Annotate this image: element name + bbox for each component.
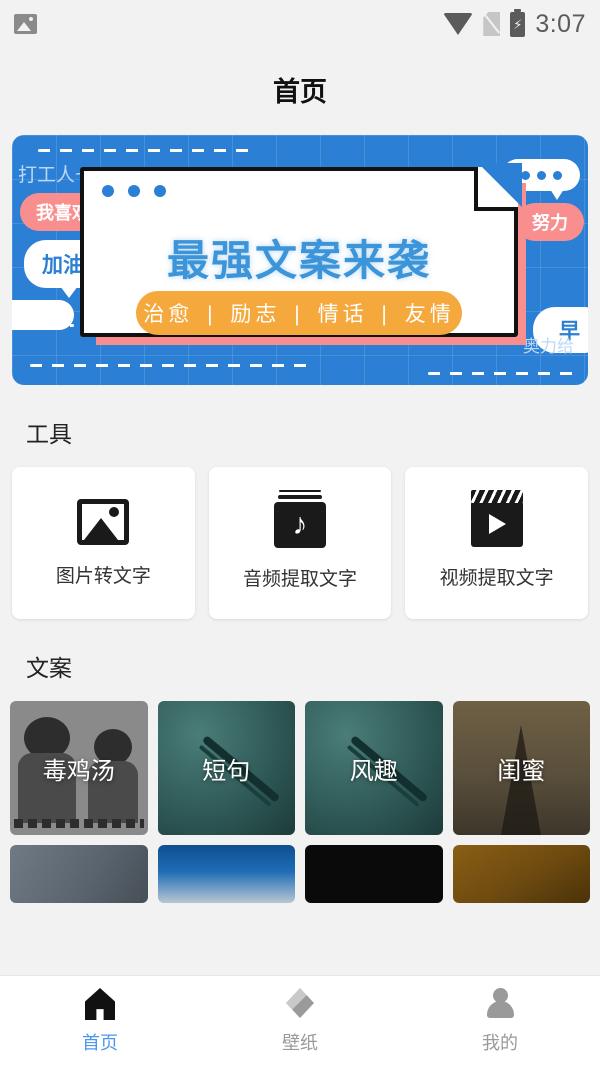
status-bar-right: 3:07 [443,10,586,39]
tools-section-title: 工具 [0,385,600,467]
status-bar-left [14,14,37,34]
copy-card-label: 闺蜜 [497,751,545,786]
copy-card-row2-2[interactable] [158,845,296,903]
banner-tag: 友情 [403,303,457,326]
dot-icon [553,171,562,180]
window-dots [102,185,166,197]
home-icon [82,988,118,1020]
copy-card-row2-1[interactable] [10,845,148,903]
promo-banner[interactable]: 打工人~ 我喜欢 加油! 努力 早 奥力给 最强文案来袭 治愈 | 励志 | [12,135,588,385]
dashed-line-decoration [38,149,253,152]
wallpaper-diamond-icon [282,988,318,1020]
banner-section: 打工人~ 我喜欢 加油! 努力 早 奥力给 最强文案来袭 治愈 | 励志 | [0,135,600,385]
sim-no-signal-icon [483,12,500,36]
dashed-line-decoration [428,372,578,375]
banner-tag-separator: | [205,303,218,326]
copy-section-title: 文案 [0,619,600,701]
window-dot-icon [154,185,166,197]
bubble-nuli: 努力 [516,203,584,241]
window-dot-icon [128,185,140,197]
bubble-workers: 打工人~ [18,160,86,187]
folded-corner-decoration [474,167,518,211]
status-bar: 3:07 [0,0,600,48]
banner-tag: 情话 [316,303,370,326]
video-clapperboard-icon [471,501,523,547]
banner-tag-pill: 治愈 | 励志 | 情话 | 友情 [136,291,462,335]
bubble-pill-left [12,300,74,330]
copy-card-fengqu[interactable]: 风趣 [305,701,443,835]
tool-label: 图片转文字 [56,561,151,588]
bottom-navigation: 首页 壁纸 我的 [0,975,600,1067]
card-artwork [158,845,296,903]
copy-card-duanju[interactable]: 短句 [158,701,296,835]
card-artwork [10,845,148,903]
copy-card-row2-4[interactable] [453,845,591,903]
copy-card-label: 毒鸡汤 [43,751,115,786]
copy-grid: 毒鸡汤 短句 风趣 闺蜜 [0,701,600,903]
banner-tag-separator: | [292,303,305,326]
banner-tag: 治愈 [141,303,195,326]
copy-card-dujitang[interactable]: 毒鸡汤 [10,701,148,835]
tool-label: 视频提取文字 [440,563,554,590]
banner-headline: 最强文案来袭 [84,227,514,288]
dot-icon [537,171,546,180]
nav-label: 壁纸 [282,1029,318,1055]
wifi-icon [443,13,473,35]
user-profile-icon [482,988,518,1020]
banner-tag: 励志 [228,303,282,326]
nav-item-home[interactable]: 首页 [0,988,200,1055]
tool-card-video-to-text[interactable]: 视频提取文字 [405,467,588,619]
nav-item-profile[interactable]: 我的 [400,988,600,1055]
window-dot-icon [102,185,114,197]
copy-card-row2-3[interactable] [305,845,443,903]
banner-tag-separator: | [379,303,392,326]
page-title: 首页 [0,48,600,135]
status-bar-clock: 3:07 [535,10,586,39]
tool-label: 音频提取文字 [243,564,357,591]
tool-card-image-to-text[interactable]: 图片转文字 [12,467,195,619]
dashed-line-decoration [30,364,310,367]
card-artwork [453,845,591,903]
copy-card-label: 短句 [202,751,250,786]
nav-label: 首页 [82,1029,118,1055]
image-icon [14,14,37,34]
audio-music-icon [274,502,326,548]
photo-icon [77,499,129,545]
nav-label: 我的 [482,1029,518,1055]
copy-card-label: 风趣 [350,751,398,786]
banner-window-card: 最强文案来袭 治愈 | 励志 | 情话 | 友情 [80,167,518,337]
bubble-aoligei: 奥力给 [523,332,574,357]
card-artwork [305,845,443,903]
tools-grid: 图片转文字 音频提取文字 视频提取文字 [0,467,600,619]
tool-card-audio-to-text[interactable]: 音频提取文字 [209,467,392,619]
copy-card-guimi[interactable]: 闺蜜 [453,701,591,835]
nav-item-wallpaper[interactable]: 壁纸 [200,988,400,1055]
battery-charging-icon [510,12,525,37]
